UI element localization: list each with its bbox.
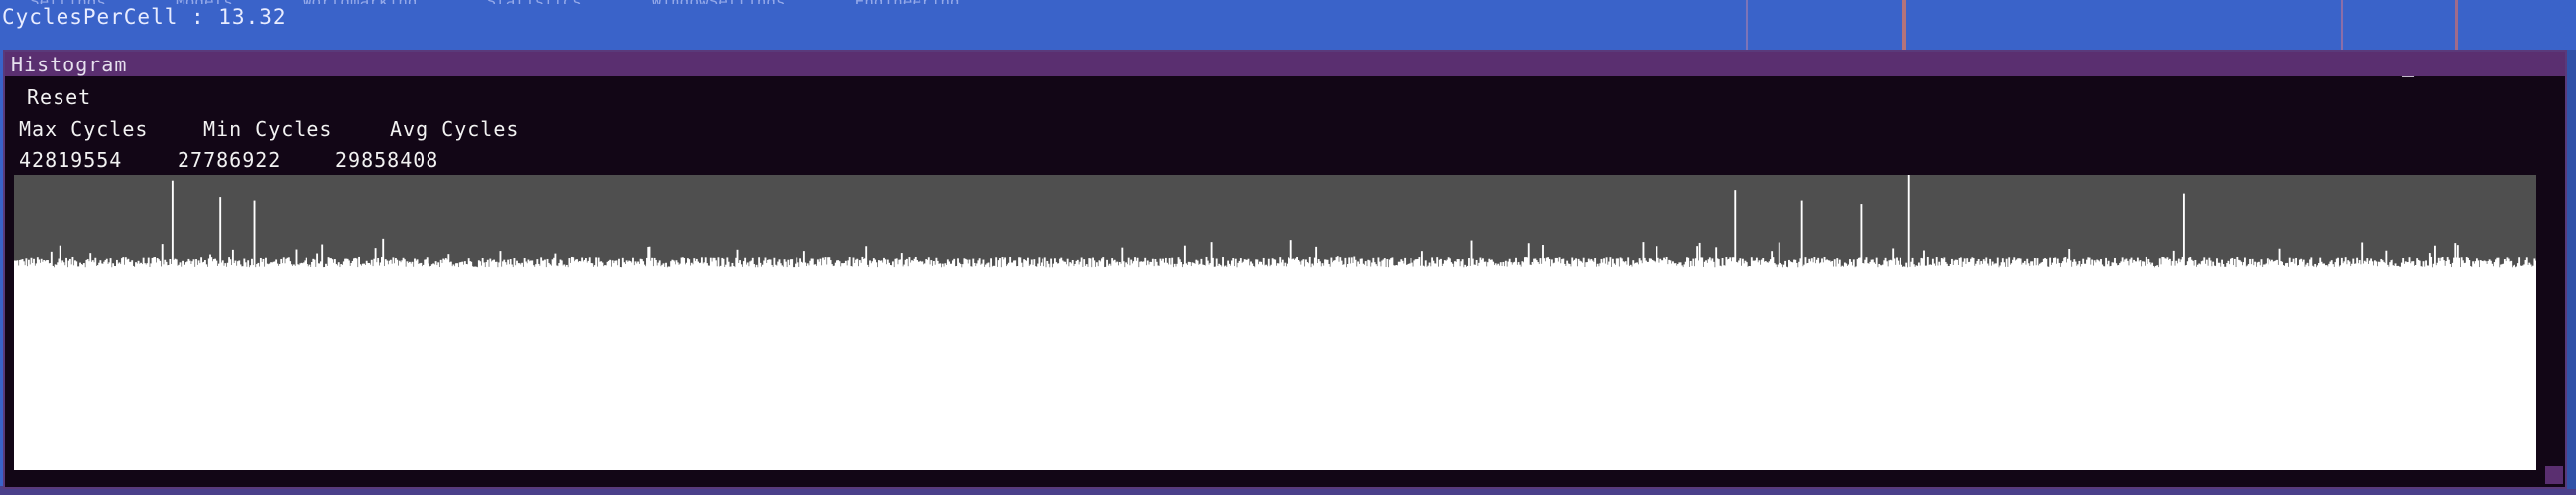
histogram-plot-area [14, 175, 2536, 470]
window-title-bar[interactable]: Histogram _ [5, 52, 2565, 77]
max-cycles-value: 42819554 [19, 148, 123, 172]
cycles-per-cell-status: CyclesPerCell : 13.32 [2, 5, 287, 29]
menu-fragment-settings[interactable]: Settings [30, 0, 106, 4]
menu-fragment-engineering[interactable]: Engineering [855, 0, 960, 4]
window-edge [2567, 50, 2576, 489]
reset-button[interactable]: Reset [27, 85, 91, 109]
min-cycles-label: Min Cycles [203, 117, 333, 141]
top-menu-strip: Settings Models Worldmarking Statistics … [0, 0, 2576, 4]
min-cycles-value: 27786922 [178, 148, 282, 172]
minimize-button[interactable]: _ [2402, 54, 2416, 77]
histogram-window: Histogram _ Reset Max Cycles Min Cycles … [3, 50, 2567, 489]
avg-cycles-label: Avg Cycles [390, 117, 520, 141]
menu-fragment-windowsettings[interactable]: WindowSettings [652, 0, 786, 4]
window-title: Histogram [11, 53, 128, 76]
histogram-chart [14, 175, 2536, 470]
menu-fragment-statistics[interactable]: Statistics [486, 0, 581, 4]
max-cycles-label: Max Cycles [19, 117, 149, 141]
resize-grip[interactable] [2545, 466, 2563, 484]
menu-fragment-worldmarking[interactable]: Worldmarking [303, 0, 418, 4]
menu-fragment-models[interactable]: Models [176, 0, 233, 4]
avg-cycles-value: 29858408 [335, 148, 439, 172]
histogram-bar [2534, 260, 2536, 470]
